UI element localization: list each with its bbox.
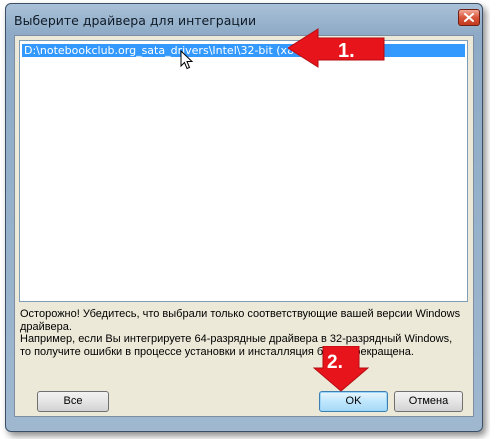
window-title: Выберите драйвера для интеграции [14, 13, 257, 28]
close-button[interactable] [458, 9, 480, 26]
warning-line: Осторожно! Убедитесь, что выбрали только… [20, 308, 461, 320]
select-all-button[interactable]: Все [37, 391, 109, 412]
annotation-arrow-2: 2. [313, 346, 369, 392]
step2-label: 2. [327, 352, 343, 373]
warning-line: то получите ошибки в процессе установки … [20, 345, 414, 358]
mouse-cursor-icon [180, 50, 194, 70]
annotation-arrow-1: 1. [288, 28, 385, 68]
list-item[interactable]: D:\notebookclub.org_sata_drivers\Intel\3… [22, 44, 465, 57]
warning-text: Осторожно! Убедитесь, что выбрали только… [20, 308, 468, 358]
warning-line: Например, если Вы интегрируете 64-разряд… [20, 333, 453, 345]
dialog-body: D:\notebookclub.org_sata_drivers\Intel\3… [14, 35, 474, 417]
ok-button[interactable]: OK [319, 391, 388, 412]
arrow-shape [288, 28, 385, 68]
cancel-button[interactable]: Отмена [394, 391, 463, 412]
warning-line: драйвера. [20, 320, 72, 333]
close-icon [464, 13, 474, 22]
driver-listbox[interactable]: D:\notebookclub.org_sata_drivers\Intel\3… [19, 40, 468, 302]
step1-label: 1. [338, 40, 355, 62]
integration-dialog: Выберите драйвера для интеграции D:\note… [5, 3, 483, 432]
